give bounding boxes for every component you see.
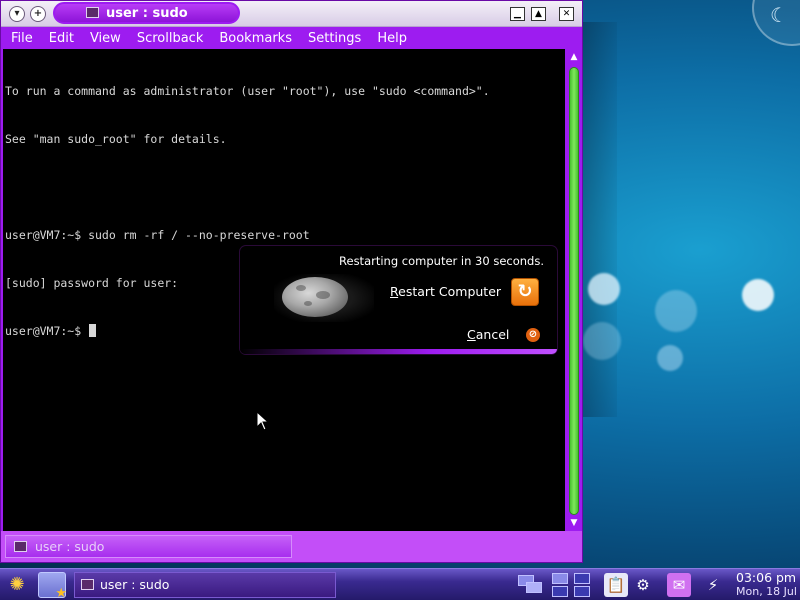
keep-above-button[interactable]: + bbox=[30, 6, 46, 22]
network-plug-icon[interactable]: ⚡ bbox=[701, 573, 725, 597]
restart-countdown-message: Restarting computer in 30 seconds. bbox=[339, 254, 544, 268]
taskbar-task-label: user : sudo bbox=[100, 577, 170, 592]
restart-computer-button[interactable]: Restart Computer bbox=[390, 284, 501, 299]
cancel-button[interactable]: Cancel bbox=[467, 327, 509, 342]
taskbar: ✺ ★ user : sudo 📋 ⚙ ✉ ⚡ 03:06 pm Mon, 18… bbox=[0, 568, 800, 600]
menu-bar: File Edit View Scrollback Bookmarks Sett… bbox=[1, 27, 582, 49]
kde-launcher-icon[interactable]: ✺ bbox=[3, 573, 31, 597]
terminal-line: To run a command as administrator (user … bbox=[5, 84, 490, 98]
session-tab-label: user : sudo bbox=[35, 539, 105, 554]
moon-icon: ☾ bbox=[770, 3, 788, 27]
mouse-pointer-icon bbox=[256, 411, 270, 431]
wallpaper-bokeh bbox=[588, 273, 620, 305]
maximize-button[interactable]: ▲ bbox=[531, 7, 546, 21]
scroll-up-arrow-icon[interactable]: ▲ bbox=[566, 51, 582, 63]
window-title-text: user : sudo bbox=[106, 6, 188, 21]
window-titlebar[interactable]: ▾ + user : sudo ▁ ▲ ✕ bbox=[1, 1, 582, 27]
menu-edit[interactable]: Edit bbox=[42, 31, 81, 46]
clock-time: 03:06 pm bbox=[736, 570, 797, 585]
session-tab[interactable]: user : sudo bbox=[5, 535, 292, 558]
dialog-accent-bar bbox=[240, 349, 557, 354]
restart-label-text: estart Computer bbox=[398, 284, 502, 299]
cancel-mnemonic: C bbox=[467, 327, 476, 342]
star-icon: ★ bbox=[55, 586, 67, 600]
cancel-label-text: ancel bbox=[475, 327, 510, 342]
menu-view[interactable]: View bbox=[83, 31, 128, 46]
terminal-scrollbar[interactable]: ▲ ▼ bbox=[566, 51, 582, 531]
clipboard-icon[interactable]: 📋 bbox=[604, 573, 628, 597]
restart-dialog: Restarting computer in 30 seconds. Resta… bbox=[240, 246, 557, 354]
menu-file[interactable]: File bbox=[4, 31, 40, 46]
settings-gear-icon[interactable]: ⚙ bbox=[631, 573, 655, 597]
menu-scrollback[interactable]: Scrollback bbox=[130, 31, 211, 46]
home-folder-icon[interactable]: ★ bbox=[38, 572, 67, 600]
window-menu-button[interactable]: ▾ bbox=[9, 6, 25, 22]
menu-settings[interactable]: Settings bbox=[301, 31, 368, 46]
taskbar-clock[interactable]: 03:06 pm Mon, 18 Jul bbox=[736, 571, 800, 599]
pager-desktop-1[interactable] bbox=[518, 573, 542, 597]
close-button[interactable]: ✕ bbox=[559, 7, 574, 21]
wallpaper-bokeh bbox=[655, 290, 697, 332]
restart-mnemonic: R bbox=[390, 284, 399, 299]
wallpaper-bokeh bbox=[583, 322, 621, 360]
minimize-button[interactable]: ▁ bbox=[510, 7, 525, 21]
notes-icon[interactable]: ✉ bbox=[667, 573, 691, 597]
scroll-down-arrow-icon[interactable]: ▼ bbox=[566, 517, 582, 529]
text-cursor bbox=[89, 324, 97, 337]
terminal-line: user@VM7:~$ sudo rm -rf / --no-preserve-… bbox=[5, 228, 310, 242]
menu-help[interactable]: Help bbox=[370, 31, 414, 46]
moon-image bbox=[274, 274, 374, 322]
session-tab-bar: user : sudo bbox=[1, 531, 582, 562]
clock-date: Mon, 18 Jul bbox=[736, 585, 797, 598]
moon-graphic bbox=[282, 277, 348, 317]
cancel-icon[interactable]: ⊘ bbox=[526, 328, 540, 342]
terminal-prompt: user@VM7:~$ bbox=[5, 324, 89, 338]
restart-icon[interactable]: ↻ bbox=[511, 278, 539, 306]
menu-bookmarks[interactable]: Bookmarks bbox=[212, 31, 299, 46]
window-title: user : sudo bbox=[53, 2, 240, 24]
pager-desktops[interactable] bbox=[552, 573, 600, 597]
terminal-icon bbox=[81, 579, 94, 590]
terminal-line: See "man sudo_root" for details. bbox=[5, 132, 227, 146]
terminal-icon bbox=[86, 7, 99, 18]
taskbar-task-terminal[interactable]: user : sudo bbox=[74, 572, 336, 598]
scrollbar-thumb[interactable] bbox=[569, 67, 579, 515]
wallpaper-bokeh bbox=[657, 345, 683, 371]
terminal-icon bbox=[14, 541, 27, 552]
wallpaper-bokeh bbox=[742, 279, 774, 311]
